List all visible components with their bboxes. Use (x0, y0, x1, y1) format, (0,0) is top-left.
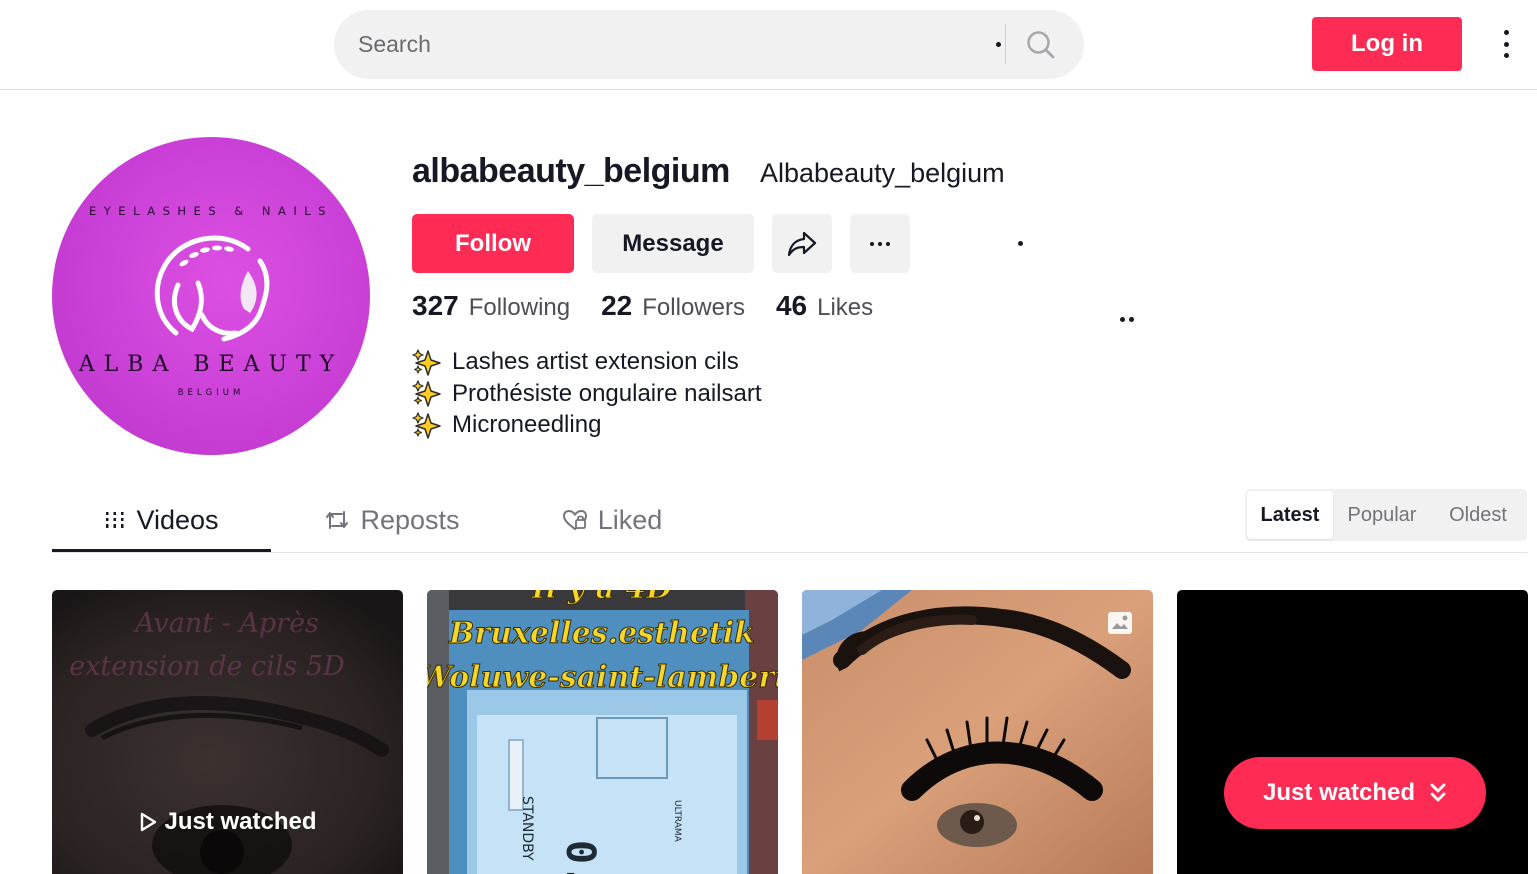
svg-text:ALBA BEAUTY: ALBA BEAUTY (78, 352, 343, 377)
grid-icon (106, 512, 124, 528)
svg-text:Avant - Après: Avant - Après (132, 608, 319, 639)
stray-dot (1120, 317, 1125, 322)
stray-dot (1018, 241, 1023, 246)
nickname: Albabeauty_belgium (760, 158, 1005, 188)
more-actions-button[interactable] (850, 214, 910, 273)
tab-label: Videos (136, 504, 219, 535)
just-watched-badge: Just watched (52, 808, 403, 836)
bio-line: Lashes artist extension cils (412, 346, 762, 378)
svg-text:Il y a 4D: Il y a 4D (531, 590, 673, 606)
video-thumbnail[interactable]: 0.0 STANDBY ULTRAMA Bruxelles.esthetik W… (427, 590, 778, 874)
svg-text:ULTRAMA: ULTRAMA (672, 800, 682, 843)
video-thumbnail[interactable] (802, 590, 1153, 874)
sparkles-icon (412, 412, 441, 439)
share-button[interactable] (772, 214, 832, 273)
followers-label: Followers (642, 294, 745, 321)
likes-label: Likes (817, 294, 874, 321)
sparkles-icon (412, 349, 441, 376)
avatar[interactable]: EYELASHES & NAILS ALBA BEAUTY BELGIUM (52, 137, 370, 455)
bio-line: Microneedling (412, 409, 762, 441)
photo-icon (1108, 612, 1132, 634)
profile-stats: 327 Following 22 Followers 46 Likes (412, 290, 904, 322)
likes-stat: 46 Likes (776, 290, 873, 322)
more-options-icon[interactable] (1494, 26, 1518, 62)
svg-text:0.0: 0.0 (557, 840, 603, 874)
sort-oldest[interactable]: Oldest (1431, 491, 1525, 539)
stray-dot (1129, 317, 1134, 322)
search-icon (1027, 30, 1055, 58)
video-thumbnail[interactable] (1177, 590, 1528, 874)
photo-frame (802, 590, 1153, 874)
tab-reposts[interactable]: Reposts (302, 488, 482, 552)
chevron-double-down-icon (1430, 783, 1446, 802)
search-button[interactable] (1012, 22, 1070, 67)
top-header: Log in (0, 0, 1537, 90)
sparkles-icon (412, 380, 441, 407)
following-stat[interactable]: 327 Following (412, 290, 570, 322)
tab-liked[interactable]: Liked (542, 488, 682, 552)
svg-text:Woluwe-saint-lambert: Woluwe-saint-lambert (427, 660, 778, 695)
followers-stat[interactable]: 22 Followers (601, 290, 745, 322)
message-button[interactable]: Message (592, 214, 754, 273)
following-label: Following (468, 294, 571, 321)
search-bar[interactable] (334, 10, 1084, 79)
play-icon (141, 812, 157, 832)
brand-logo: EYELASHES & NAILS ALBA BEAUTY BELGIUM (78, 204, 343, 398)
share-icon (787, 231, 817, 256)
sort-switcher: Latest Popular Oldest (1245, 489, 1527, 541)
video-thumbnail[interactable]: Avant - Après extension de cils 5D Just … (52, 590, 403, 874)
badge-label: Just watched (164, 808, 317, 835)
followers-count: 22 (601, 290, 633, 321)
bio: Lashes artist extension cils Prothésiste… (412, 346, 762, 441)
bio-text: Lashes artist extension cils (452, 348, 739, 375)
svg-text:STANDBY: STANDBY (519, 796, 535, 861)
svg-text:EYELASHES & NAILS: EYELASHES & NAILS (89, 204, 333, 218)
bio-line: Prothésiste ongulaire nailsart (412, 378, 762, 410)
following-count: 327 (412, 290, 459, 321)
tab-videos[interactable]: Videos (52, 488, 271, 552)
likes-count: 46 (775, 290, 808, 321)
svg-text:extension de cils 5D: extension de cils 5D (69, 651, 345, 682)
username: albabeauty_belgium (412, 152, 730, 190)
just-watched-label: Just watched (1262, 779, 1416, 806)
search-divider (1005, 24, 1006, 64)
cursor-dot (996, 42, 1001, 47)
bio-text: Microneedling (452, 411, 602, 438)
video-frame: 0.0 STANDBY ULTRAMA Bruxelles.esthetik W… (427, 590, 778, 874)
tab-label: Liked (597, 504, 663, 535)
svg-text:BELGIUM: BELGIUM (178, 388, 245, 398)
liked-lock-icon (562, 509, 587, 531)
login-button[interactable]: Log in (1312, 17, 1462, 71)
just-watched-button[interactable]: Just watched (1224, 757, 1486, 829)
bio-text: Prothésiste ongulaire nailsart (452, 379, 762, 407)
active-tab-indicator (52, 549, 271, 552)
sort-popular[interactable]: Popular (1333, 491, 1431, 539)
repost-icon (326, 511, 349, 529)
ellipsis-icon (870, 241, 874, 246)
sort-latest[interactable]: Latest (1247, 491, 1333, 539)
svg-text:Bruxelles.esthetik: Bruxelles.esthetik (448, 616, 755, 651)
tab-label: Reposts (360, 504, 460, 535)
search-input[interactable] (358, 10, 998, 79)
follow-button[interactable]: Follow (412, 214, 574, 273)
